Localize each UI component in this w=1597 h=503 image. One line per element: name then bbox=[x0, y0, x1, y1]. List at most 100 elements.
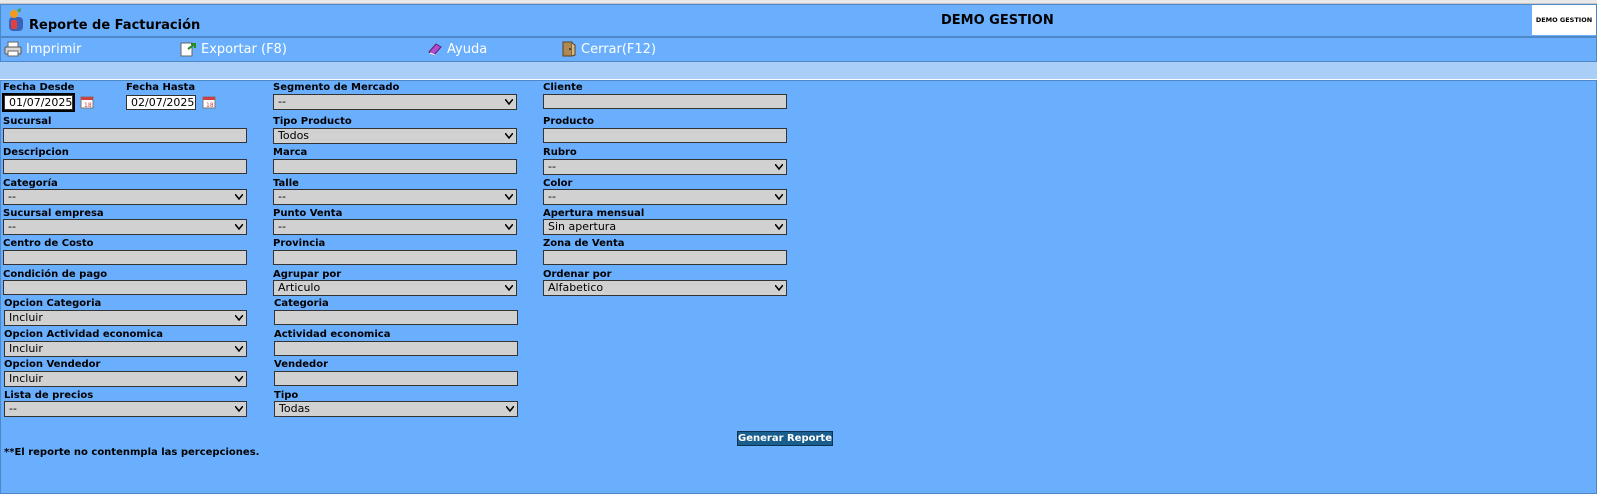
app-logo-icon bbox=[9, 8, 23, 31]
chevron-down-icon bbox=[505, 133, 513, 139]
help-label: Ayuda bbox=[447, 41, 488, 57]
chevron-down-icon bbox=[775, 194, 783, 200]
company-logo: DEMO GESTION bbox=[1532, 5, 1596, 35]
tipo-select[interactable]: Todas bbox=[274, 401, 518, 417]
opcion-actividad-label: Opcion Actividad economica bbox=[4, 329, 163, 340]
page-title: Reporte de Facturación bbox=[29, 18, 201, 33]
sucursal-input[interactable] bbox=[3, 128, 247, 143]
close-button[interactable]: Cerrar(F12) bbox=[559, 41, 656, 57]
fecha-hasta-label: Fecha Hasta bbox=[126, 82, 196, 93]
talle-label: Talle bbox=[273, 178, 299, 189]
chevron-down-icon bbox=[235, 224, 243, 230]
ordenar-por-select[interactable]: Alfabetico bbox=[543, 280, 787, 296]
chevron-down-icon bbox=[505, 285, 513, 291]
zona-venta-label: Zona de Venta bbox=[543, 238, 625, 249]
provincia-label: Provincia bbox=[273, 238, 326, 249]
actividad-input[interactable] bbox=[274, 341, 518, 356]
chevron-down-icon bbox=[506, 406, 514, 412]
printer-icon bbox=[4, 41, 22, 57]
sucursal-empresa-value: -- bbox=[8, 220, 16, 233]
export-icon bbox=[180, 42, 196, 57]
help-book-icon bbox=[428, 43, 442, 56]
apertura-mensual-label: Apertura mensual bbox=[543, 208, 645, 219]
color-select[interactable]: -- bbox=[543, 189, 787, 205]
punto-venta-value: -- bbox=[278, 220, 286, 233]
provincia-input[interactable] bbox=[273, 250, 517, 265]
color-label: Color bbox=[543, 178, 573, 189]
svg-text:18: 18 bbox=[206, 102, 214, 109]
fecha-desde-label: Fecha Desde bbox=[3, 82, 75, 93]
punto-venta-label: Punto Venta bbox=[273, 208, 343, 219]
print-label: Imprimir bbox=[26, 41, 82, 57]
categoria-value: -- bbox=[8, 190, 16, 203]
opcion-categoria-select[interactable]: Incluir bbox=[4, 310, 247, 326]
percepciones-note: **El reporte no contenmpla las percepcio… bbox=[4, 447, 260, 458]
help-button[interactable]: Ayuda bbox=[427, 41, 487, 57]
categoria-select[interactable]: -- bbox=[3, 189, 247, 205]
tipo-value: Todas bbox=[279, 402, 311, 415]
calendar-icon[interactable]: 18 bbox=[79, 94, 96, 110]
lista-precios-select[interactable]: -- bbox=[4, 401, 247, 417]
tipo-label: Tipo bbox=[274, 390, 299, 401]
talle-value: -- bbox=[278, 190, 286, 203]
talle-select[interactable]: -- bbox=[273, 189, 517, 205]
sucursal-empresa-label: Sucursal empresa bbox=[3, 208, 104, 219]
chevron-down-icon bbox=[235, 194, 243, 200]
cliente-label: Cliente bbox=[543, 82, 583, 93]
ordenar-por-value: Alfabetico bbox=[548, 281, 604, 294]
fecha-desde-input[interactable]: 01/07/2025 bbox=[2, 93, 75, 112]
chevron-down-icon bbox=[505, 224, 513, 230]
producto-label: Producto bbox=[543, 116, 594, 127]
svg-text:18: 18 bbox=[84, 102, 92, 109]
segmento-select[interactable]: -- bbox=[273, 94, 517, 110]
opcion-vendedor-label: Opcion Vendedor bbox=[4, 359, 101, 370]
categoria2-label: Categoria bbox=[274, 298, 329, 309]
close-door-icon bbox=[562, 41, 576, 57]
close-label: Cerrar(F12) bbox=[581, 41, 657, 57]
chevron-down-icon bbox=[775, 285, 783, 291]
print-button[interactable]: Imprimir bbox=[4, 41, 81, 57]
opcion-categoria-value: Incluir bbox=[9, 311, 43, 324]
export-button[interactable]: Exportar (F8) bbox=[179, 41, 287, 57]
zona-venta-input[interactable] bbox=[543, 250, 787, 265]
toolbar: Imprimir Exportar (F8) Ayuda Cerrar(F12) bbox=[0, 37, 1597, 62]
condicion-pago-input[interactable] bbox=[3, 280, 247, 295]
tipo-producto-value: Todos bbox=[278, 129, 310, 142]
punto-venta-select[interactable]: -- bbox=[273, 219, 517, 235]
marca-input[interactable] bbox=[273, 159, 517, 174]
sucursal-empresa-select[interactable]: -- bbox=[3, 219, 247, 235]
tipo-producto-select[interactable]: Todos bbox=[273, 128, 517, 144]
condicion-pago-label: Condición de pago bbox=[3, 269, 108, 280]
generate-report-button[interactable]: Generar Reporte bbox=[737, 431, 833, 446]
opcion-vendedor-select[interactable]: Incluir bbox=[4, 371, 247, 387]
export-label: Exportar (F8) bbox=[201, 41, 287, 57]
toolbar-separator bbox=[0, 62, 1597, 79]
rubro-select[interactable]: -- bbox=[543, 159, 787, 175]
apertura-mensual-select[interactable]: Sin apertura bbox=[543, 219, 787, 235]
chevron-down-icon bbox=[775, 224, 783, 230]
actividad-label: Actividad economica bbox=[274, 329, 391, 340]
apertura-mensual-value: Sin apertura bbox=[548, 220, 617, 233]
vendedor-input[interactable] bbox=[274, 371, 518, 386]
chevron-down-icon bbox=[505, 99, 513, 105]
rubro-value: -- bbox=[548, 160, 556, 173]
opcion-vendedor-value: Incluir bbox=[9, 372, 43, 385]
calendar-icon[interactable]: 18 bbox=[201, 94, 218, 110]
cliente-input[interactable] bbox=[543, 94, 787, 109]
color-value: -- bbox=[548, 190, 556, 203]
producto-input[interactable] bbox=[543, 128, 787, 143]
chevron-down-icon bbox=[235, 346, 243, 352]
categoria2-input[interactable] bbox=[274, 310, 518, 325]
agrupar-por-value: Articulo bbox=[278, 281, 321, 294]
sucursal-label: Sucursal bbox=[3, 116, 52, 127]
descripcion-input[interactable] bbox=[3, 159, 247, 174]
agrupar-por-select[interactable]: Articulo bbox=[273, 280, 517, 296]
fecha-hasta-input[interactable]: 02/07/2025 bbox=[126, 95, 196, 110]
opcion-actividad-select[interactable]: Incluir bbox=[4, 341, 247, 357]
centro-costo-input[interactable] bbox=[3, 250, 247, 265]
agrupar-por-label: Agrupar por bbox=[273, 269, 342, 280]
lista-precios-label: Lista de precios bbox=[4, 390, 94, 401]
ordenar-por-label: Ordenar por bbox=[543, 269, 612, 280]
segmento-value: -- bbox=[278, 95, 286, 108]
chevron-down-icon bbox=[505, 194, 513, 200]
